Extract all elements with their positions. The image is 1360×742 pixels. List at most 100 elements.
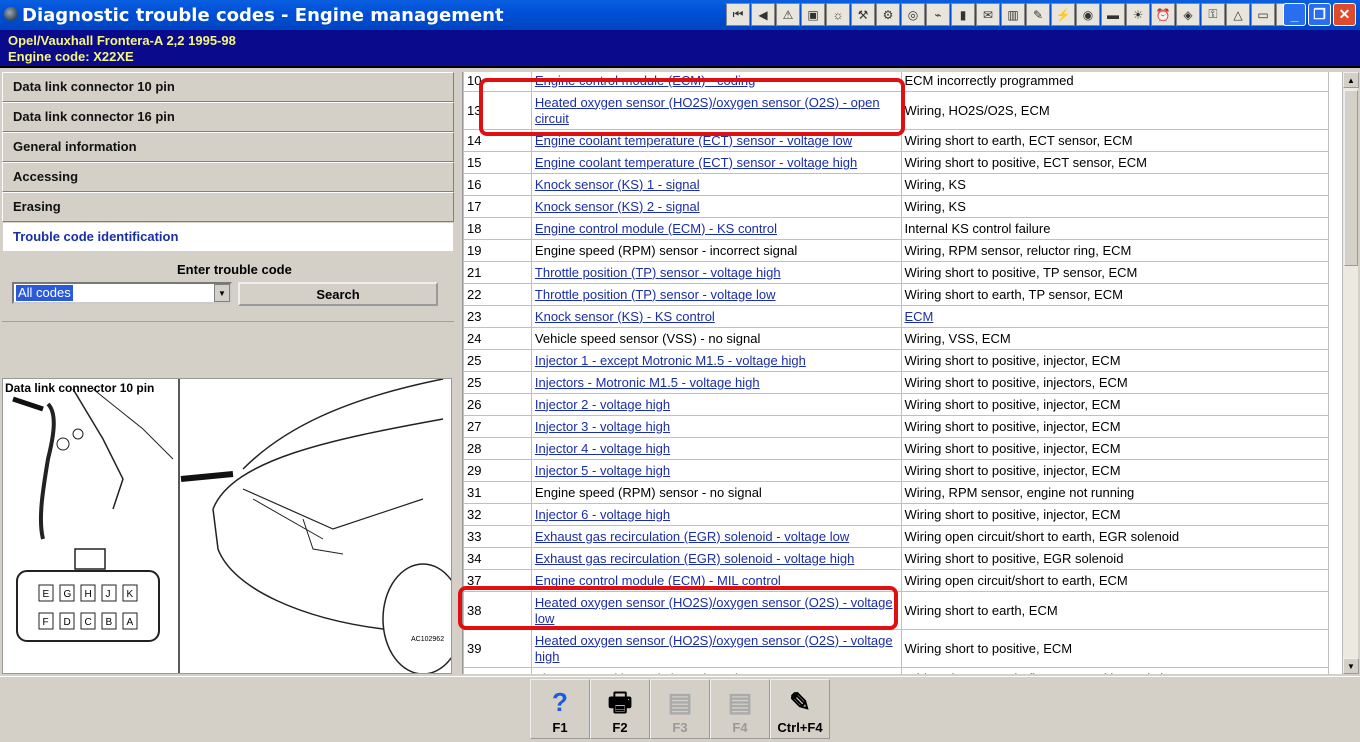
- code-cell: 41: [463, 667, 532, 674]
- light-icon[interactable]: ☀: [1126, 3, 1150, 26]
- description-cell: Engine speed (RPM) sensor - incorrect si…: [530, 239, 902, 262]
- scroll-thumb[interactable]: [1344, 90, 1358, 266]
- description-link[interactable]: Injector 4 - voltage high: [535, 441, 670, 456]
- truck-icon[interactable]: ▭: [1251, 3, 1275, 26]
- cause-text: Wiring short to earth, ECM: [904, 602, 1058, 618]
- cause-cell: Wiring short to earth, TP sensor, ECM: [900, 283, 1329, 306]
- save-icon[interactable]: ▥: [1001, 3, 1025, 26]
- cause-link[interactable]: ECM: [905, 309, 934, 324]
- fkey-label: F4: [732, 720, 748, 735]
- menu-item-data-link-connector-10-pin[interactable]: Data link connector 10 pin: [2, 72, 454, 102]
- scroll-down-icon[interactable]: ▼: [1343, 658, 1359, 674]
- code-cell: 28: [463, 437, 532, 460]
- cause-cell: Wiring short to positive, injector, ECM: [900, 503, 1329, 526]
- description-cell: Injector 6 - voltage high: [530, 503, 902, 526]
- scroll-up-icon[interactable]: ▲: [1343, 72, 1359, 88]
- menu-item-general-information[interactable]: General information: [2, 132, 454, 162]
- description-link[interactable]: Knock sensor (KS) 1 - signal: [535, 177, 700, 192]
- fkey-f1[interactable]: ? F1: [530, 679, 590, 739]
- cd-icon[interactable]: ▣: [801, 3, 825, 26]
- cause-text: Wiring short to positive, TP sensor, ECM: [904, 264, 1138, 280]
- cause-cell: Wiring short to positive, TP sensor, ECM: [900, 261, 1329, 284]
- description-link[interactable]: Injector 5 - voltage high: [535, 463, 670, 478]
- menu-item-erasing[interactable]: Erasing: [2, 192, 454, 222]
- description-link[interactable]: Throttle position (TP) sensor - voltage …: [535, 287, 776, 302]
- description-link[interactable]: Injectors - Motronic M1.5 - voltage high: [535, 375, 760, 390]
- table-scrollbar[interactable]: ▲ ▼: [1342, 72, 1359, 674]
- description-link[interactable]: Knock sensor (KS) 2 - signal: [535, 199, 700, 214]
- cause-cell: Wiring, HO2S/O2S, ECM: [900, 91, 1329, 130]
- chevron-down-icon[interactable]: ▼: [214, 284, 230, 302]
- injector-icon[interactable]: ▮: [951, 3, 975, 26]
- cause-text: Wiring short to positive, injector, ECM: [904, 506, 1121, 522]
- cause-text: Wiring open circuit/short to earth, ECM: [904, 572, 1128, 588]
- first-icon[interactable]: ⏮: [726, 3, 750, 26]
- print-preview-icon: ▤: [667, 687, 693, 717]
- menu-item-accessing[interactable]: Accessing: [2, 162, 454, 192]
- description-cell: Knock sensor (KS) 2 - signal: [530, 195, 902, 218]
- fkey-f4[interactable]: ▤ F4: [710, 679, 770, 739]
- minimize-button[interactable]: _: [1283, 3, 1306, 26]
- engine-code: Engine code: X22XE: [8, 49, 134, 64]
- close-button[interactable]: ✕: [1333, 3, 1356, 26]
- window-title: Diagnostic trouble codes - Engine manage…: [22, 5, 504, 26]
- code-cell: 21: [463, 261, 532, 284]
- app-icon: [4, 7, 18, 21]
- description-link[interactable]: Throttle position (TP) sensor - voltage …: [535, 265, 781, 280]
- connector-diagram: Data link connector 10 pin E G H J K F D C B A A…: [2, 378, 452, 674]
- fkey-label: F3: [672, 720, 688, 735]
- description-link[interactable]: Injector 6 - voltage high: [535, 507, 670, 522]
- filter-icon[interactable]: ⌁: [926, 3, 950, 26]
- back-icon[interactable]: ◀: [751, 3, 775, 26]
- cause-cell: Internal KS control failure: [900, 217, 1329, 240]
- fkey-f2[interactable]: 🖶 F2: [590, 679, 650, 739]
- description-link[interactable]: Injector 3 - voltage high: [535, 419, 670, 434]
- tools-icon[interactable]: ⚒: [851, 3, 875, 26]
- description-link[interactable]: Injector 2 - voltage high: [535, 397, 670, 412]
- code-cell: 33: [463, 525, 532, 548]
- code-cell: 19: [463, 239, 532, 262]
- maximize-button[interactable]: ❐: [1308, 3, 1331, 26]
- edit-icon[interactable]: ✎: [1026, 3, 1050, 26]
- description-link[interactable]: First gear position switch - voltage low: [535, 671, 755, 675]
- description-link[interactable]: Engine coolant temperature (ECT) sensor …: [535, 155, 857, 170]
- description-link[interactable]: Heated oxygen sensor (HO2S)/oxygen senso…: [535, 633, 893, 664]
- key-icon[interactable]: ⚿: [1201, 3, 1225, 26]
- menu-item-data-link-connector-16-pin[interactable]: Data link connector 16 pin: [2, 102, 454, 132]
- gear-icon[interactable]: ⚙: [876, 3, 900, 26]
- code-select[interactable]: All codes ▼: [12, 282, 232, 304]
- fkey-ctrl-f4[interactable]: ✎ Ctrl+F4: [770, 679, 830, 739]
- alarm-icon[interactable]: ⏰: [1151, 3, 1175, 26]
- description-text: Engine speed (RPM) sensor - no signal: [534, 484, 762, 500]
- description-link[interactable]: Exhaust gas recirculation (EGR) solenoid…: [535, 529, 849, 544]
- camera-icon[interactable]: ◉: [1076, 3, 1100, 26]
- car-icon[interactable]: ▬: [1101, 3, 1125, 26]
- wrench-icon[interactable]: ⚡: [1051, 3, 1075, 26]
- connector-pin-label: E: [43, 589, 50, 600]
- table-row: 23 Knock sensor (KS) - KS control ECM: [463, 305, 1329, 328]
- cause-cell: Wiring, VSS, ECM: [900, 327, 1329, 350]
- table-row: 15 Engine coolant temperature (ECT) senso…: [463, 151, 1329, 174]
- table-row: 24 Vehicle speed sensor (VSS) - no signal…: [463, 327, 1329, 350]
- wheel-icon[interactable]: ◎: [901, 3, 925, 26]
- description-link[interactable]: Exhaust gas recirculation (EGR) solenoid…: [535, 551, 854, 566]
- cause-text: Wiring, KS: [904, 176, 966, 192]
- description-link[interactable]: Engine control module (ECM) - KS control: [535, 221, 777, 236]
- description-cell: Knock sensor (KS) - KS control: [530, 305, 902, 328]
- menu-item-trouble-code-identification[interactable]: Trouble code identification: [2, 222, 454, 252]
- description-link[interactable]: Injector 1 - except Motronic M1.5 - volt…: [535, 353, 806, 368]
- code-cell: 16: [463, 173, 532, 196]
- hazard-icon[interactable]: △: [1226, 3, 1250, 26]
- settings-icon[interactable]: ☼: [826, 3, 850, 26]
- table-row: 19 Engine speed (RPM) sensor - incorrect …: [463, 239, 1329, 262]
- search-button[interactable]: Search: [238, 282, 438, 306]
- warning-icon[interactable]: ⚠: [776, 3, 800, 26]
- enter-code-label: Enter trouble code: [177, 262, 292, 277]
- mirror-icon[interactable]: ◈: [1176, 3, 1200, 26]
- fkey-f3[interactable]: ▤ F3: [650, 679, 710, 739]
- cause-cell: ECM incorrectly programmed: [900, 72, 1329, 92]
- cause-cell: ECM: [900, 305, 1329, 328]
- code-cell: 27: [463, 415, 532, 438]
- description-link[interactable]: Knock sensor (KS) - KS control: [535, 309, 715, 324]
- notes-icon[interactable]: ✉: [976, 3, 1000, 26]
